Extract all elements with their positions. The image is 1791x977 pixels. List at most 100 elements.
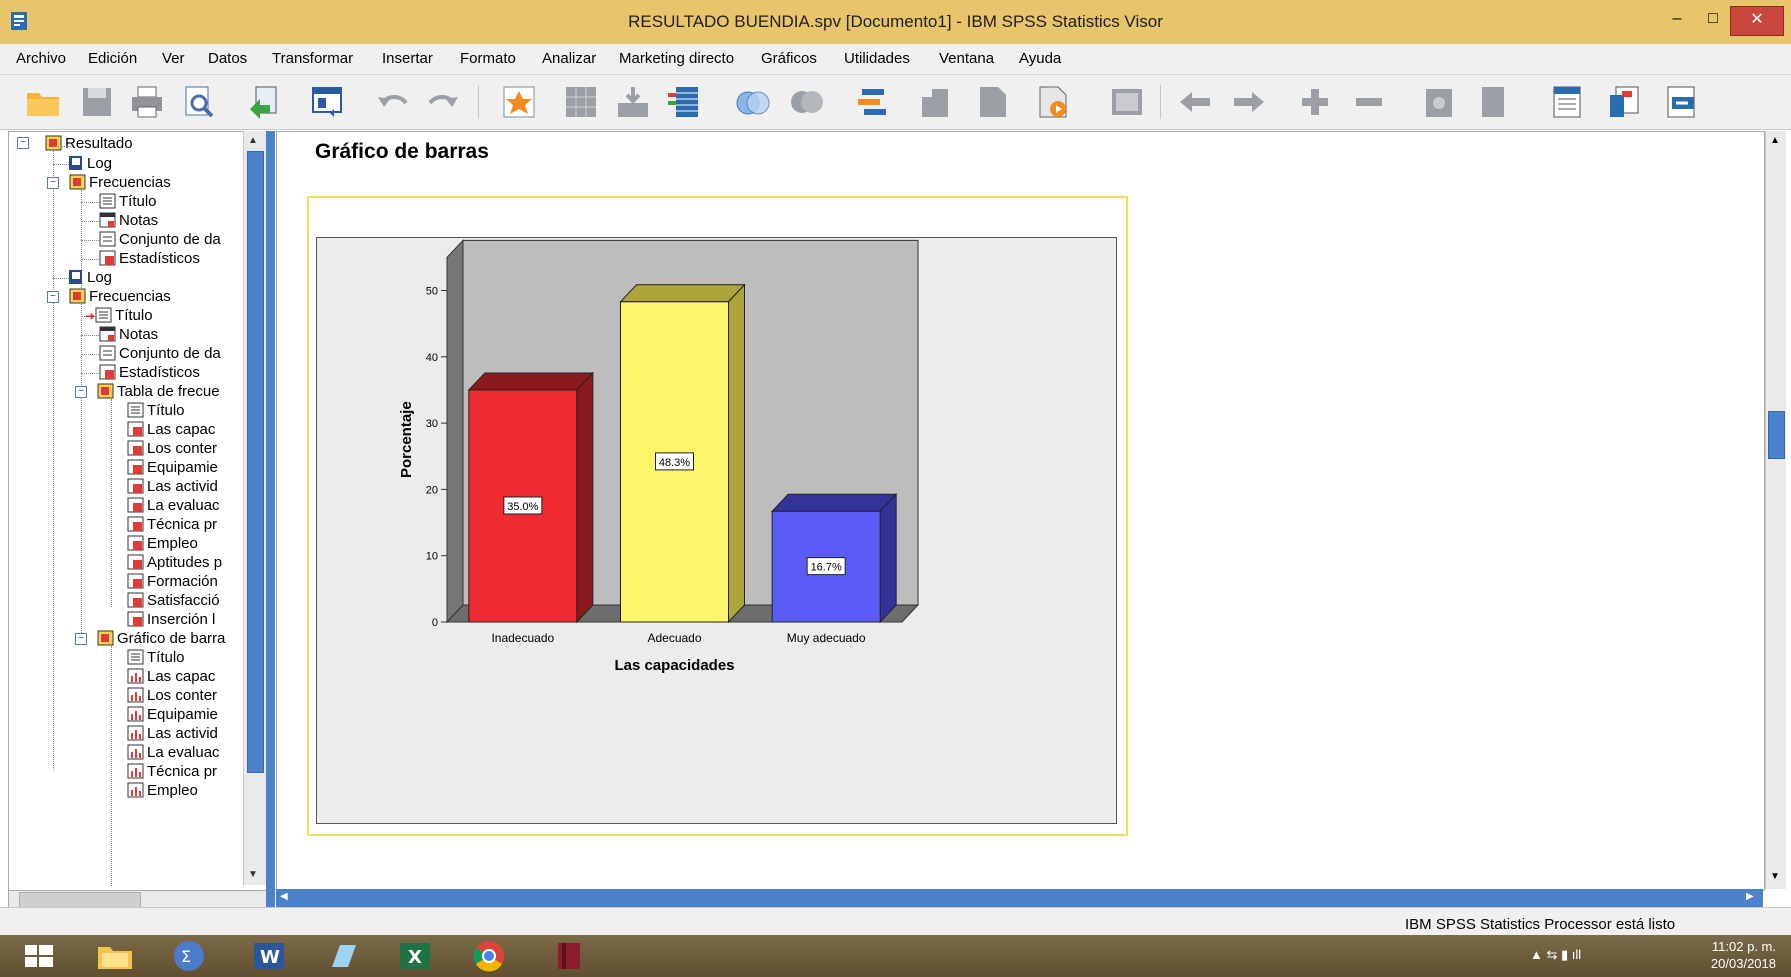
recall-dialog-icon[interactable] — [308, 83, 346, 121]
export-icon[interactable] — [246, 83, 284, 121]
outline-node-titulo[interactable]: Título — [99, 192, 157, 212]
outline-node-grafico-barras[interactable]: Gráfico de barra — [97, 629, 225, 649]
goto-data-icon[interactable] — [500, 83, 538, 121]
save-icon[interactable] — [78, 83, 116, 121]
weight-cases-icon[interactable] — [854, 83, 892, 121]
scroll-down-icon[interactable]: ▼ — [248, 869, 258, 880]
outline-node-chart[interactable]: Equipamie — [127, 705, 218, 725]
outline-node-table[interactable]: Equipamie — [127, 458, 218, 478]
menu-graficos[interactable]: Gráficos — [761, 50, 817, 67]
outline-node-table[interactable]: Inserción l — [127, 610, 215, 630]
scroll-left-icon[interactable]: ◀ — [280, 891, 288, 902]
maximize-button[interactable]: □ — [1700, 6, 1726, 34]
menu-ventana[interactable]: Ventana — [939, 50, 994, 67]
windows-start-icon[interactable] — [8, 937, 70, 975]
outline-node-table[interactable]: Las capac — [127, 420, 215, 440]
undo-icon[interactable] — [374, 83, 412, 121]
outline-node-table[interactable]: Las activid — [127, 477, 218, 497]
scroll-up-icon[interactable]: ▲ — [248, 135, 258, 146]
menu-datos[interactable]: Datos — [208, 50, 247, 67]
collapse-toggle[interactable]: − — [47, 291, 59, 303]
outline-node-table[interactable]: Los conter — [127, 439, 217, 459]
books-app-icon[interactable] — [538, 937, 600, 975]
scroll-up-icon[interactable]: ▲ — [1770, 135, 1780, 146]
outline-node-table[interactable]: Satisfacció — [127, 591, 220, 611]
select-cases-icon[interactable] — [788, 83, 826, 121]
value-labels-icon[interactable] — [974, 83, 1012, 121]
menu-archivo[interactable]: Archivo — [16, 50, 66, 67]
outline-node-table[interactable]: Aptitudes p — [127, 553, 222, 573]
minimize-button[interactable]: – — [1664, 6, 1690, 34]
demote-icon[interactable] — [1230, 83, 1268, 121]
outline-node-notas[interactable]: Notas — [99, 211, 158, 231]
outline-node-chart[interactable]: Empleo — [127, 781, 198, 801]
print-preview-icon[interactable] — [180, 83, 218, 121]
menu-ayuda[interactable]: Ayuda — [1019, 50, 1061, 67]
menu-marketing-directo[interactable]: Marketing directo — [619, 50, 734, 67]
collapse-toggle[interactable]: − — [17, 137, 29, 149]
excel-icon[interactable]: X — [384, 937, 446, 975]
outline-node-estadisticos-2[interactable]: Estadísticos — [99, 363, 200, 383]
outline-node-estadisticos[interactable]: Estadísticos — [99, 249, 200, 269]
outline-node-titulo-4[interactable]: Título — [127, 648, 185, 668]
outline-node-conjunto-2[interactable]: Conjunto de da — [99, 344, 221, 364]
scroll-thumb[interactable] — [1768, 411, 1785, 459]
outline-node-table[interactable]: La evaluac — [127, 496, 220, 516]
menu-analizar[interactable]: Analizar — [542, 50, 596, 67]
outline-node-chart[interactable]: Las capac — [127, 667, 215, 687]
show-icon[interactable] — [1420, 83, 1458, 121]
pane-splitter[interactable] — [266, 131, 275, 907]
close-button[interactable]: ✕ — [1730, 6, 1784, 36]
menu-ver[interactable]: Ver — [162, 50, 185, 67]
outline-pane[interactable]: − Resultado Log − Frecuencias Título Not… — [8, 131, 268, 891]
content-horizontal-scrollbar[interactable]: ◀ ▶ — [276, 889, 1763, 907]
insert-text-icon[interactable] — [1662, 83, 1700, 121]
outline-node-log[interactable]: Log — [67, 154, 112, 174]
outline-node-chart[interactable]: Los conter — [127, 686, 217, 706]
outline-node-log-2[interactable]: Log — [67, 268, 112, 288]
notes-app-icon[interactable] — [312, 937, 374, 975]
split-file-icon[interactable] — [916, 83, 954, 121]
hide-icon[interactable] — [1474, 83, 1512, 121]
file-explorer-icon[interactable] — [84, 937, 146, 975]
collapse-icon[interactable] — [1350, 83, 1388, 121]
word-icon[interactable]: W — [238, 937, 300, 975]
outline-node-chart[interactable]: Las activid — [127, 724, 218, 744]
spss-sum-icon[interactable]: Σ — [158, 937, 220, 975]
outline-node-chart[interactable]: Técnica pr — [127, 762, 217, 782]
outline-node-table[interactable]: Formación — [127, 572, 218, 592]
outline-vertical-scrollbar[interactable]: ▲ ▼ — [243, 131, 266, 885]
outline-node-frecuencias[interactable]: Frecuencias — [69, 173, 171, 193]
promote-icon[interactable] — [1176, 83, 1214, 121]
menu-edicion[interactable]: Edición — [88, 50, 137, 67]
variables-icon[interactable] — [664, 83, 702, 121]
outline-node-chart[interactable]: La evaluac — [127, 743, 220, 763]
outline-node-table[interactable]: Empleo — [127, 534, 198, 554]
insert-title-icon[interactable] — [1606, 83, 1644, 121]
open-folder-icon[interactable] — [24, 83, 62, 121]
chrome-icon[interactable] — [458, 937, 520, 975]
scroll-right-icon[interactable]: ▶ — [1746, 891, 1754, 902]
outline-node-resultado[interactable]: Resultado — [45, 134, 133, 154]
scroll-down-icon[interactable]: ▼ — [1770, 871, 1780, 882]
expand-icon[interactable] — [1296, 83, 1334, 121]
menu-transformar[interactable]: Transformar — [272, 50, 353, 67]
outline-node-table[interactable]: Técnica pr — [127, 515, 217, 535]
collapse-toggle[interactable]: − — [47, 177, 59, 189]
outline-node-titulo-current[interactable]: ➜ Título — [85, 306, 153, 326]
redo-icon[interactable] — [424, 83, 462, 121]
goto-variable-icon[interactable] — [614, 83, 652, 121]
scroll-thumb[interactable] — [19, 892, 141, 908]
collapse-toggle[interactable]: − — [75, 633, 87, 645]
outline-node-titulo-3[interactable]: Título — [127, 401, 185, 421]
outline-node-conjunto[interactable]: Conjunto de da — [99, 230, 221, 250]
scroll-thumb[interactable] — [247, 151, 264, 773]
designate-window-icon[interactable] — [1108, 83, 1146, 121]
outline-node-tabla-frecuencias[interactable]: Tabla de frecue — [97, 382, 220, 402]
outline-node-notas-2[interactable]: Notas — [99, 325, 158, 345]
menu-formato[interactable]: Formato — [460, 50, 516, 67]
goto-case-icon[interactable] — [562, 83, 600, 121]
use-sets-icon[interactable] — [1034, 83, 1072, 121]
insert-heading-icon[interactable] — [1548, 83, 1586, 121]
menu-insertar[interactable]: Insertar — [382, 50, 433, 67]
